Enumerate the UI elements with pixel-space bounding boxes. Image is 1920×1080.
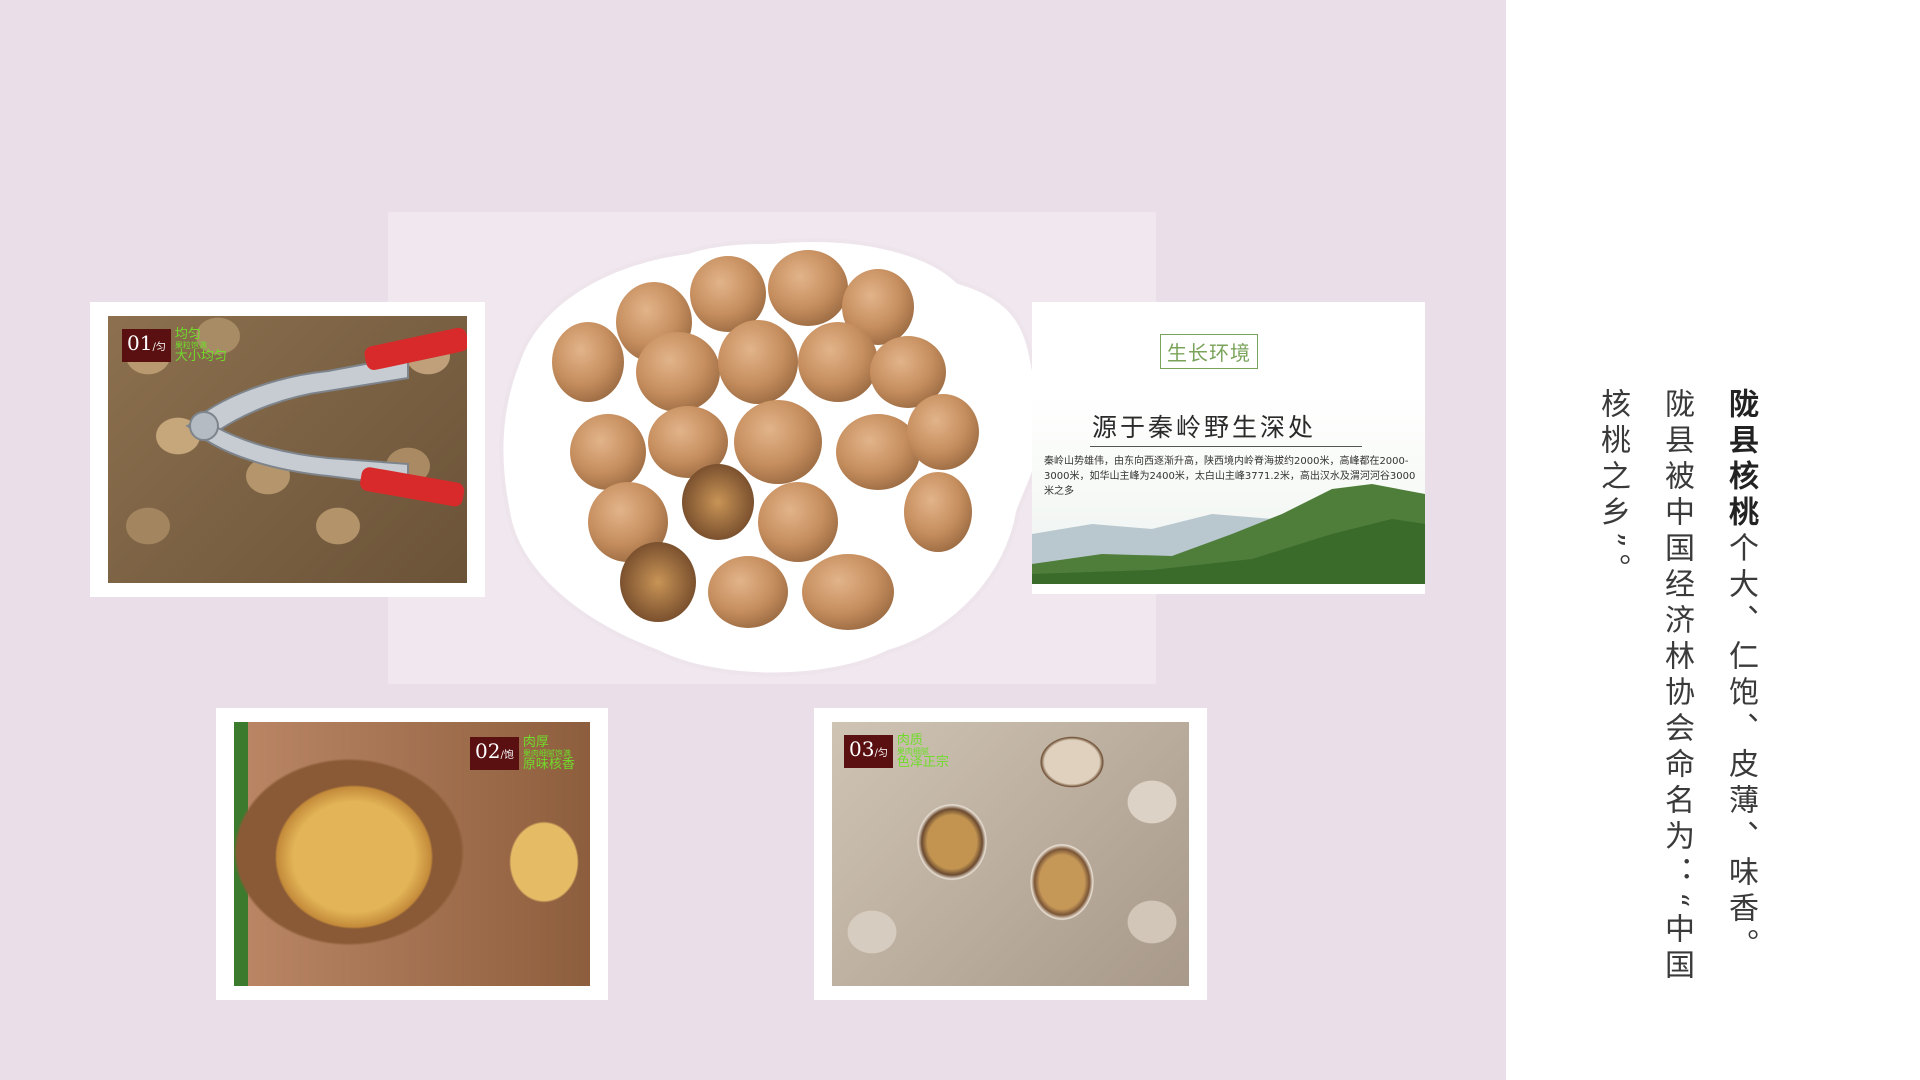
- feature-card-01: 01/匀 均匀 果粒饱满 大小均匀: [90, 302, 485, 597]
- title-divider: [1090, 446, 1362, 447]
- environment-image: 生长环境 源于秦岭野生深处 秦岭山势雄伟，由东向西逐渐升高，陕西境内岭脊海拔约2…: [1032, 302, 1425, 594]
- environment-card: 生长环境 源于秦岭野生深处 秦岭山势雄伟，由东向西逐渐升高，陕西境内岭脊海拔约2…: [1032, 302, 1425, 594]
- feature-label-03: 03/匀 肉质 果肉细腻 色泽正宗: [844, 734, 949, 770]
- feature-label-01: 01/匀 均匀 果粒饱满 大小均匀: [122, 328, 227, 364]
- feature-tagline: 大小均匀: [174, 349, 227, 365]
- walnut-cracker-image: 01/匀 均匀 果粒饱满 大小均匀: [108, 316, 467, 583]
- feature-number-badge: 01/匀: [122, 329, 171, 363]
- feature-title: 肉质: [896, 733, 923, 748]
- intro-heading: 陇县核桃: [1723, 388, 1758, 532]
- environment-tag: 生长环境: [1160, 334, 1258, 369]
- feature-title: 肉厚: [522, 735, 549, 750]
- feature-card-03: 03/匀 肉质 果肉细腻 色泽正宗: [814, 708, 1207, 1000]
- feature-number-badge: 03/匀: [844, 735, 893, 769]
- feature-number-badge: 02/饱: [470, 737, 519, 771]
- environment-title: 源于秦岭野生深处: [1092, 413, 1317, 442]
- split-walnuts-image: 03/匀 肉质 果肉细腻 色泽正宗: [832, 722, 1189, 986]
- walnut-kernel-image: 02/饱 肉厚 果肉细腻饱满 原味核香: [234, 722, 590, 986]
- feature-tagline: 原味核香: [522, 757, 575, 773]
- mountain-landscape-image: [1032, 484, 1425, 584]
- feature-label-02: 02/饱 肉厚 果肉细腻饱满 原味核香: [470, 736, 575, 772]
- feature-tagline: 色泽正宗: [896, 755, 949, 771]
- feature-title: 均匀: [174, 327, 201, 342]
- intro-text: 陇县核桃个大、仁饱、皮薄、味香。陇县被中国经济林协会命名为：“中国核桃之乡”。: [1580, 388, 1772, 988]
- feature-card-02: 02/饱 肉厚 果肉细腻饱满 原味核香: [216, 708, 608, 1000]
- slide: 01/匀 均匀 果粒饱满 大小均匀 生长环境 源于秦岭野生深处 秦岭山势雄伟，由…: [0, 0, 1920, 1080]
